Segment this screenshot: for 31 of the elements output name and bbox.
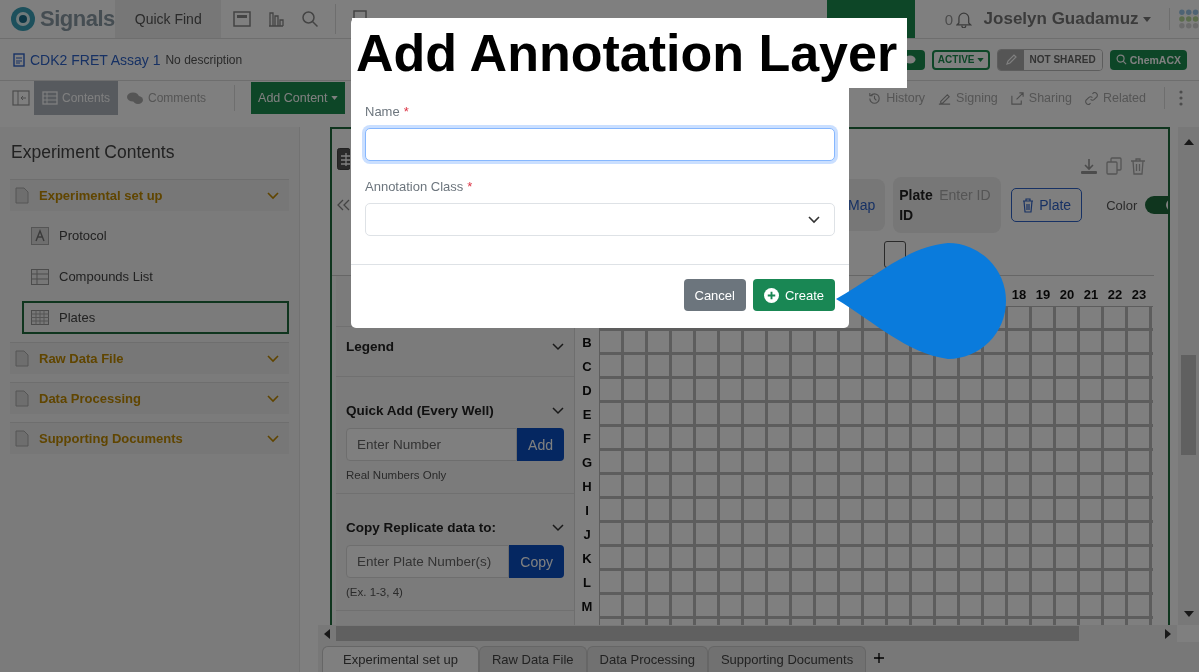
input-hint: (Ex. 1-3, 4) bbox=[346, 586, 404, 598]
experiment-description: No description bbox=[165, 52, 243, 67]
row-label: F bbox=[582, 429, 592, 448]
column-header: 22 bbox=[1106, 286, 1124, 302]
row-label: G bbox=[580, 453, 594, 472]
row-label: M bbox=[580, 597, 594, 616]
app-logo-text: Signals bbox=[40, 6, 115, 32]
legend-heading: Legend bbox=[346, 339, 394, 354]
dialog-title: Add Annotation Layer bbox=[352, 18, 908, 88]
panel-heading: Quick Add (Every Well) bbox=[346, 403, 494, 418]
column-header: 21 bbox=[1082, 286, 1100, 302]
row-label: K bbox=[581, 549, 593, 568]
column-header: 19 bbox=[1034, 286, 1052, 302]
row-label: E bbox=[581, 405, 593, 424]
row-label: I bbox=[584, 501, 590, 520]
plate-id-label: Plate ID bbox=[899, 186, 934, 225]
input-hint: Real Numbers Only bbox=[346, 469, 448, 481]
row-label: J bbox=[582, 525, 592, 544]
panel-heading: Copy Replicate data to: bbox=[346, 520, 497, 535]
color-label: Color bbox=[1106, 197, 1138, 213]
row-label: L bbox=[582, 573, 592, 592]
column-header: 20 bbox=[1058, 286, 1076, 302]
column-header: 23 bbox=[1130, 286, 1148, 302]
field-label: Annotation Class * bbox=[365, 179, 474, 194]
column-header: 18 bbox=[1010, 286, 1028, 302]
row-label: C bbox=[581, 357, 593, 376]
row-label: D bbox=[581, 381, 593, 400]
sidebar-title: Experiment Contents bbox=[10, 141, 176, 164]
field-label: Name * bbox=[365, 104, 410, 119]
row-label: B bbox=[581, 333, 593, 352]
row-label: H bbox=[581, 477, 593, 496]
